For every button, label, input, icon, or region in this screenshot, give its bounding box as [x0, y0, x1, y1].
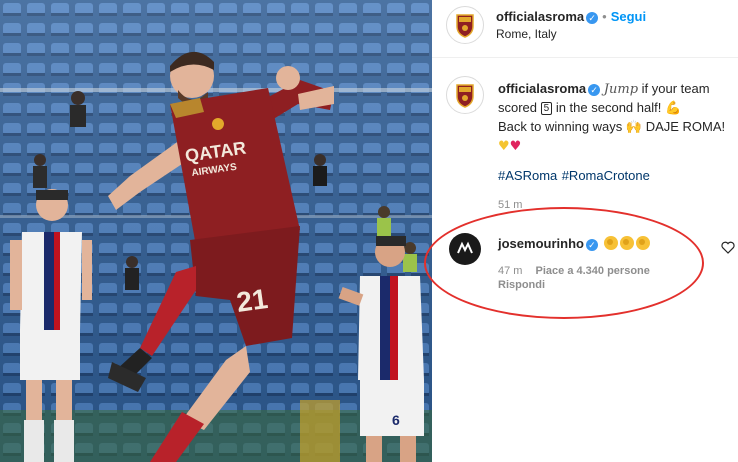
shirt-number: 21	[235, 283, 270, 318]
verified-badge-icon: ✓	[585, 239, 598, 251]
comment-author-name[interactable]: josemourinho	[498, 236, 584, 251]
post-photo[interactable]: 6 QATAR AIRWAYS 21	[0, 0, 432, 462]
comment-body: josemourinho ✓	[498, 235, 651, 253]
verified-badge-icon: ✓	[588, 84, 601, 96]
clapping-hands-emoji	[636, 236, 651, 250]
comment-likes-count[interactable]: Piace a 4.340 persone	[536, 265, 650, 277]
post-caption: officialasroma ✓ Jump if your team scored…	[498, 80, 730, 156]
commenter-logo-icon	[457, 241, 473, 254]
heart-icon[interactable]	[721, 241, 735, 254]
opponent-number: 6	[392, 412, 400, 428]
reply-button[interactable]: Rispondi	[498, 279, 545, 291]
roma-crest-icon	[456, 84, 474, 108]
caption-hashtags: #ASRoma #RomaCrotone	[498, 167, 650, 185]
caption-timestamp[interactable]: 51 m	[498, 199, 522, 211]
muscle-emoji: 💪	[664, 101, 682, 116]
red-heart-emoji: ♥	[509, 139, 522, 154]
clapping-hands-emoji	[604, 236, 619, 250]
caption-text-part-2: in the second half!	[552, 100, 665, 115]
roma-crest-icon	[456, 14, 474, 38]
yellow-heart-emoji: ♥	[498, 139, 510, 154]
caption-line-2b: DAJE ROMA!	[642, 119, 726, 134]
caption-line-2: Back to winning ways	[498, 119, 626, 134]
post-location[interactable]: Rome, Italy	[496, 27, 557, 41]
player-celebration-image: 6 QATAR AIRWAYS 21	[0, 0, 432, 462]
caption-styled-word: Jump	[603, 82, 639, 97]
caption-author-name[interactable]: officialasroma	[498, 81, 586, 96]
author-avatar[interactable]	[446, 6, 484, 44]
post-side-panel: officialasroma ✓ • Segui Rome, Italy offici…	[432, 0, 738, 462]
caption-boxed-number: 5	[540, 102, 553, 115]
comment-meta: 47 m Piace a 4.340 persone	[498, 265, 650, 277]
verified-badge-icon: ✓	[586, 12, 599, 24]
clapping-hands-emoji	[620, 236, 635, 250]
follow-button[interactable]: Segui	[611, 9, 646, 24]
caption-author-avatar[interactable]	[446, 76, 484, 114]
commenter-avatar[interactable]	[449, 233, 481, 265]
hashtag-romacrotone[interactable]: #RomaCrotone	[562, 168, 650, 183]
raising-hands-emoji: 🙌	[625, 120, 643, 135]
post-author-name[interactable]: officialasroma	[496, 9, 584, 24]
post-header: officialasroma ✓ • Segui Rome, Italy	[432, 0, 738, 58]
comment-timestamp[interactable]: 47 m	[498, 265, 522, 277]
separator-dot: •	[602, 9, 607, 24]
hashtag-asroma[interactable]: #ASRoma	[498, 168, 557, 183]
